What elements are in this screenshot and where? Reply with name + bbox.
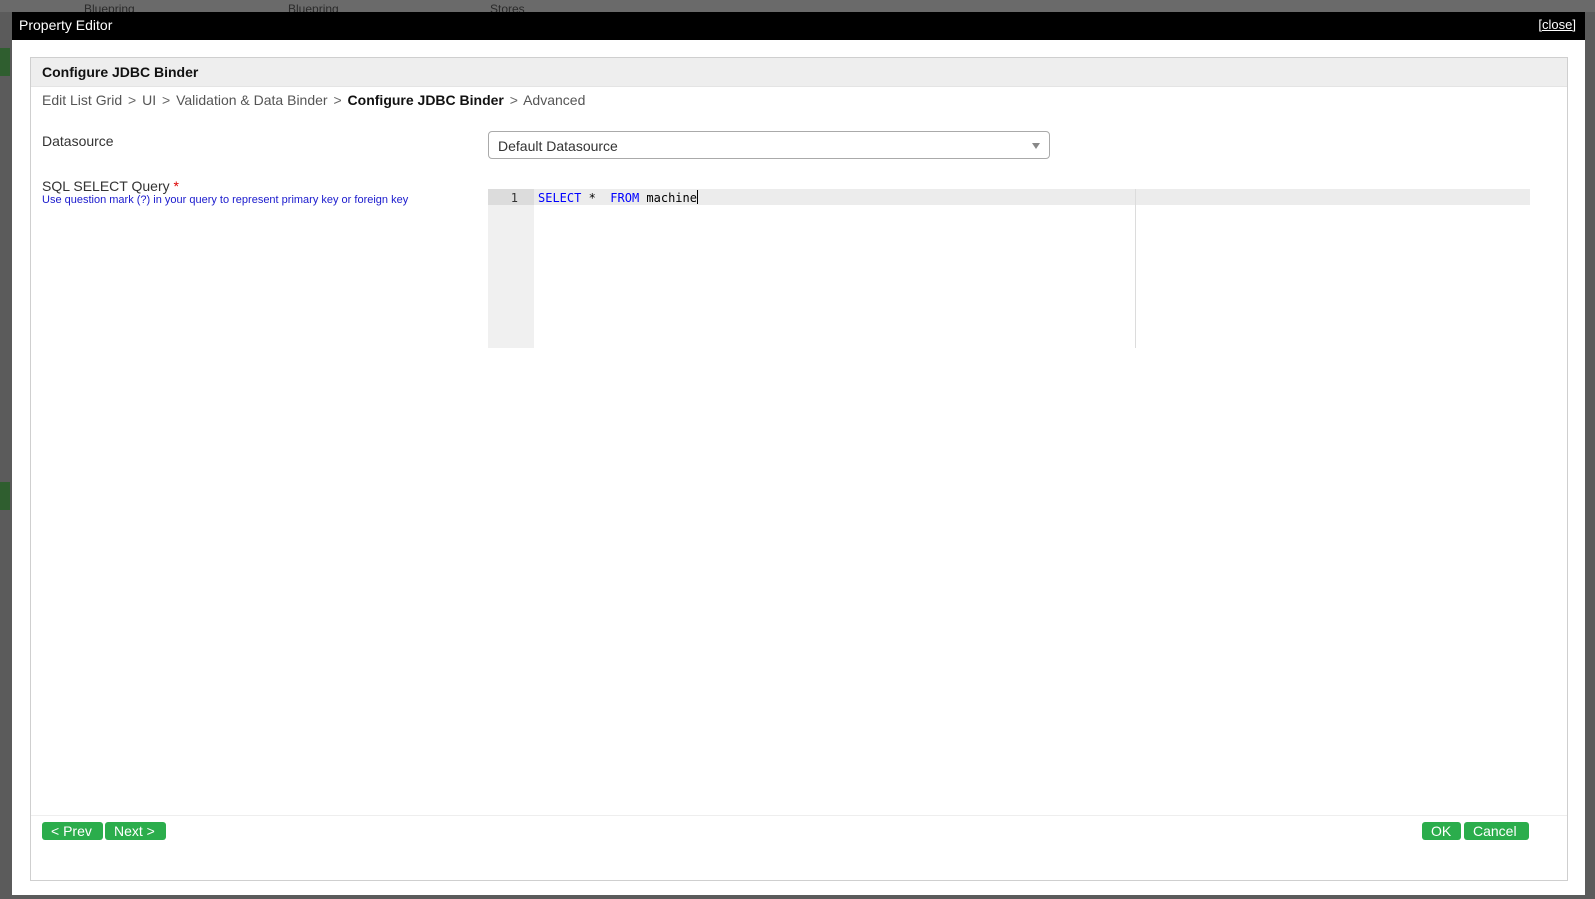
breadcrumb-separator: >: [509, 92, 518, 108]
breadcrumb-separator: >: [162, 92, 171, 108]
dialog-titlebar: Property Editor [close]: [12, 12, 1585, 40]
breadcrumb-item[interactable]: Validation & Data Binder: [176, 92, 328, 108]
required-marker: *: [173, 178, 179, 194]
footer-divider: [31, 815, 1567, 816]
breadcrumb-separator: >: [333, 92, 342, 108]
chevron-down-icon: [1032, 143, 1040, 149]
sql-query-hint: Use question mark (?) in your query to r…: [42, 194, 409, 206]
next-button[interactable]: Next >: [105, 822, 166, 840]
prev-button[interactable]: < Prev: [42, 822, 103, 840]
background-tab: Stores: [490, 2, 525, 16]
background-marker: [0, 48, 10, 76]
config-panel: Configure JDBC Binder Edit List Grid > U…: [30, 57, 1568, 881]
background-marker: [0, 482, 10, 510]
breadcrumb-item[interactable]: Advanced: [523, 92, 585, 108]
breadcrumb-item[interactable]: UI: [142, 92, 156, 108]
property-editor-dialog: Property Editor [close] Configure JDBC B…: [12, 12, 1585, 895]
text-cursor: [696, 190, 698, 204]
panel-title: Configure JDBC Binder: [42, 64, 199, 80]
breadcrumb-current: Configure JDBC Binder: [347, 92, 504, 108]
breadcrumb-separator: >: [128, 92, 137, 108]
line-number: 1: [510, 191, 518, 205]
background-page-strip: [0, 0, 1595, 12]
ok-button[interactable]: OK: [1422, 822, 1461, 840]
sql-query-label: SQL SELECT Query *: [42, 178, 179, 194]
datasource-label: Datasource: [42, 133, 114, 149]
close-link[interactable]: [close]: [1538, 17, 1576, 32]
code-line[interactable]: SELECT * FROM machine: [538, 190, 698, 205]
background-tab: Bluepring: [288, 2, 339, 16]
sql-keyword: SELECT: [538, 191, 582, 205]
editor-print-margin: [1135, 189, 1136, 348]
editor-gutter: [488, 189, 534, 348]
panel-header: Configure JDBC Binder: [31, 58, 1567, 87]
datasource-selected-value: Default Datasource: [498, 138, 618, 154]
dialog-title: Property Editor: [19, 17, 113, 33]
background-tab: Bluepring: [84, 2, 135, 16]
breadcrumb-item[interactable]: Edit List Grid: [42, 92, 122, 108]
sql-code-editor[interactable]: 1 SELECT * FROM machine: [488, 189, 1530, 349]
sql-keyword: FROM: [610, 191, 640, 205]
breadcrumb: Edit List Grid > UI > Validation & Data …: [42, 92, 585, 108]
cancel-button[interactable]: Cancel: [1464, 822, 1529, 840]
datasource-select[interactable]: Default Datasource: [488, 131, 1050, 159]
